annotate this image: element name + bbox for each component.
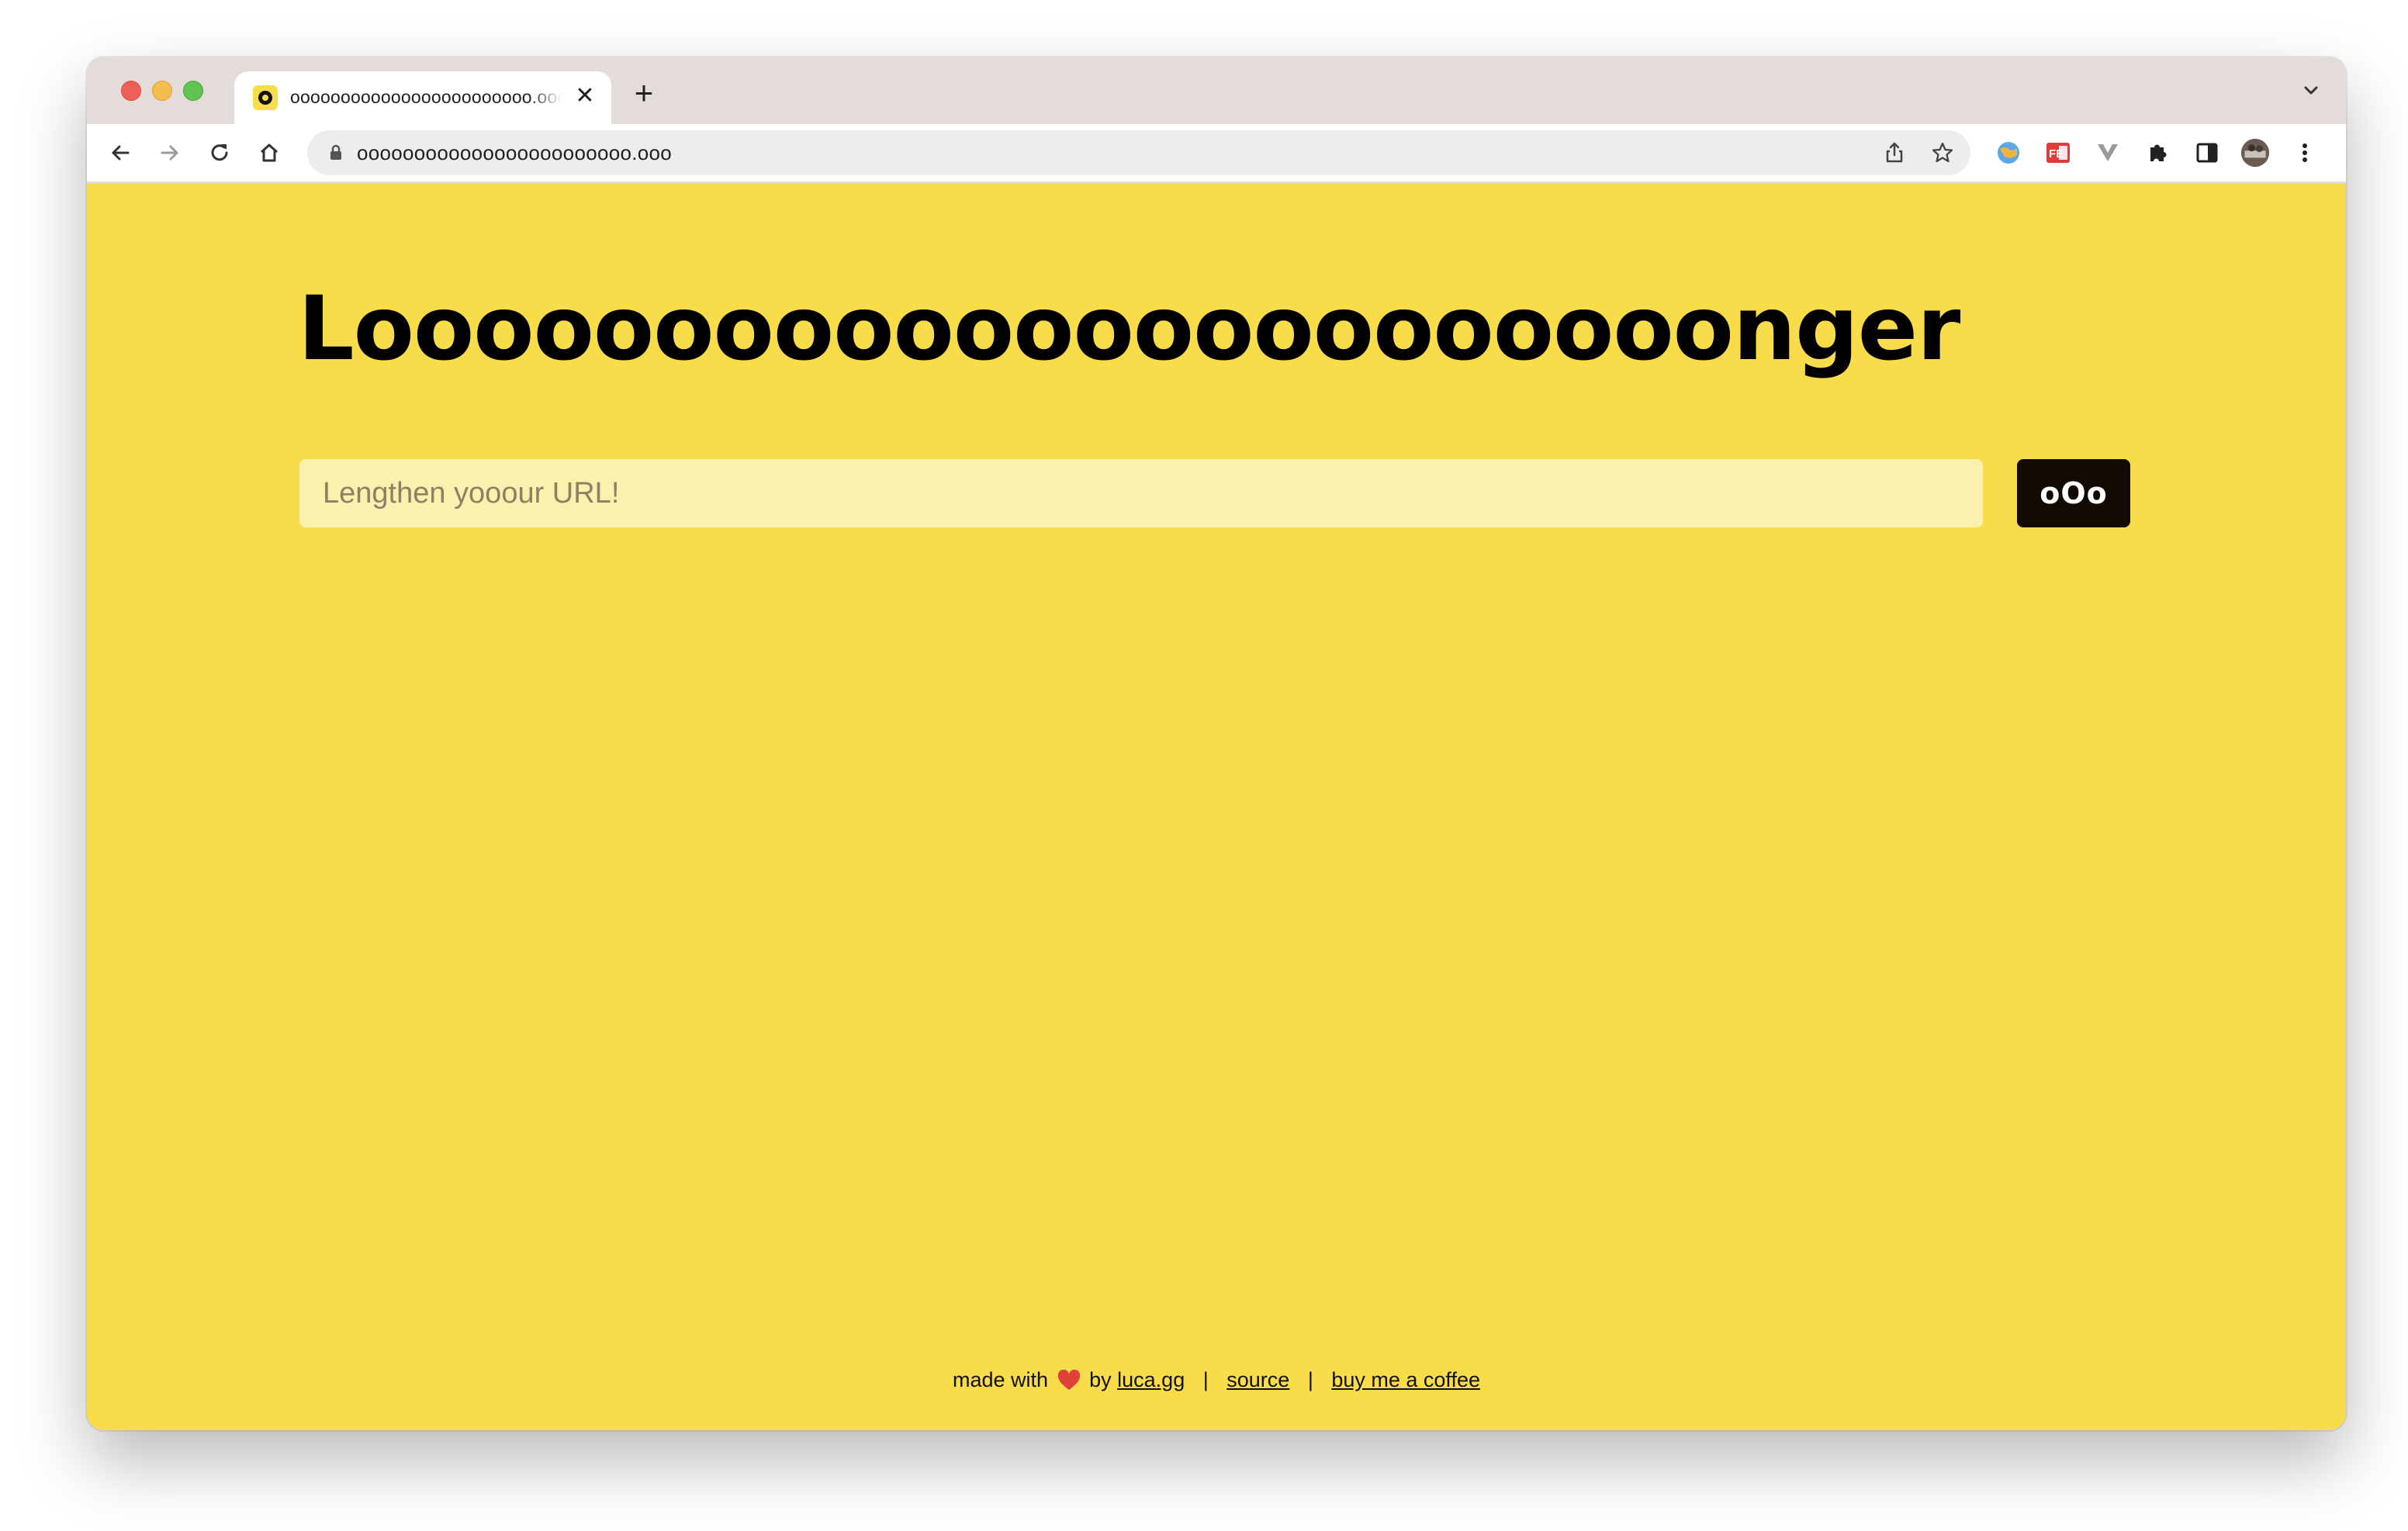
puzzle-icon[interactable] [2143, 138, 2172, 168]
close-window-button[interactable] [121, 81, 141, 101]
reload-button[interactable] [202, 135, 237, 171]
back-arrow-icon [112, 145, 130, 161]
zoom-window-button[interactable] [183, 81, 203, 101]
tab-active[interactable]: oooooooooooooooooooooooo.ooo ✕ [234, 71, 611, 124]
forward-button[interactable] [152, 135, 188, 171]
page-title: Looooooooooooooooooooooonger [298, 277, 1960, 380]
address-url[interactable]: oooooooooooooooooooooooo.ooo [357, 141, 672, 165]
footer-by: by [1089, 1368, 1112, 1391]
tab-close-icon[interactable]: ✕ [571, 82, 599, 110]
extension-fe-icon[interactable]: FE [2043, 138, 2073, 168]
home-button[interactable] [251, 135, 287, 171]
minimize-window-button[interactable] [152, 81, 172, 101]
author-link[interactable]: luca.gg [1117, 1368, 1185, 1391]
tab-strip: oooooooooooooooooooooooo.ooo ✕ + [87, 57, 2346, 124]
heart-icon [1057, 1370, 1080, 1390]
back-button[interactable] [102, 135, 138, 171]
kebab-menu-icon[interactable] [2290, 138, 2320, 168]
forward-arrow-icon [161, 145, 178, 161]
reload-icon [211, 144, 228, 161]
profile-avatar[interactable] [2240, 138, 2270, 168]
lock-icon[interactable] [326, 143, 346, 163]
home-icon [260, 143, 279, 162]
url-input[interactable] [299, 459, 1983, 527]
footer: made with by luca.gg | source | buy me a… [87, 1368, 2346, 1392]
extension-globe-icon[interactable] [1994, 138, 2023, 168]
footer-separator: | [1202, 1368, 1209, 1391]
lengthen-button[interactable]: oOo [2017, 459, 2130, 527]
browser-toolbar: oooooooooooooooooooooooo.ooo FE [87, 124, 2346, 183]
footer-made-with: made with [953, 1368, 1049, 1391]
footer-separator: | [1307, 1368, 1313, 1391]
side-panel-icon[interactable] [2192, 138, 2222, 168]
star-icon[interactable] [1930, 140, 1955, 165]
page-content: Looooooooooooooooooooooonger oOo made wi… [87, 183, 2346, 1430]
chevron-down-icon[interactable] [2299, 79, 2323, 102]
tab-title: oooooooooooooooooooooooo.ooo [290, 87, 562, 107]
site-favicon-icon [253, 85, 278, 110]
browser-window: oooooooooooooooooooooooo.ooo ✕ + ooooooo… [87, 57, 2346, 1430]
buy-me-a-coffee-link[interactable]: buy me a coffee [1331, 1368, 1480, 1391]
extension-v-icon[interactable] [2093, 138, 2123, 168]
share-icon[interactable] [1882, 140, 1907, 165]
source-link[interactable]: source [1226, 1368, 1289, 1391]
new-tab-button[interactable]: + [627, 77, 661, 112]
address-bar[interactable]: oooooooooooooooooooooooo.ooo [307, 130, 1970, 175]
svg-text:FE: FE [2049, 147, 2064, 161]
